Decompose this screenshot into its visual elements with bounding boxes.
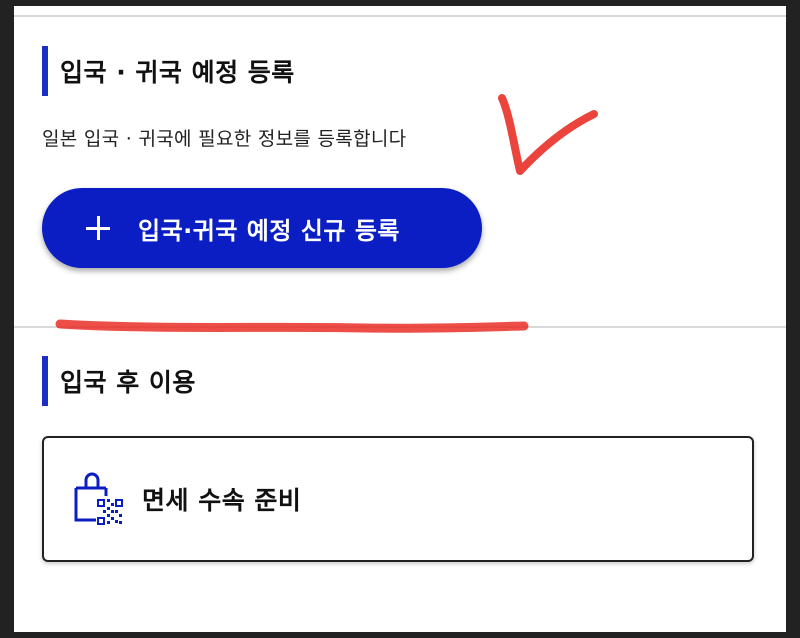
register-section-heading: 입국 · 귀국 예정 등록 <box>42 46 295 96</box>
section-divider <box>14 326 786 328</box>
checkmark-annotation <box>498 94 598 175</box>
after-entry-section-heading: 입국 후 이용 <box>42 356 196 406</box>
new-registration-button[interactable]: 입국·귀국 예정 신규 등록 <box>42 188 482 268</box>
app-screen: 입국 · 귀국 예정 등록 일본 입국 · 귀국에 필요한 정보를 등록합니다 … <box>14 6 786 632</box>
heading-accent-bar <box>42 356 48 406</box>
plus-icon <box>86 216 110 240</box>
shopping-bag-qr-icon <box>74 472 124 526</box>
after-entry-section-title: 입국 후 이용 <box>60 368 196 397</box>
register-description: 일본 입국 · 귀국에 필요한 정보를 등록합니다 <box>42 128 407 150</box>
new-registration-button-label: 입국·귀국 예정 신규 등록 <box>138 216 400 245</box>
register-section-title: 입국 · 귀국 예정 등록 <box>60 58 295 87</box>
top-divider <box>14 15 786 17</box>
tax-free-preparation-label: 면세 수속 준비 <box>142 486 302 515</box>
heading-accent-bar <box>42 46 48 96</box>
tax-free-preparation-card[interactable]: 면세 수속 준비 <box>42 436 754 562</box>
